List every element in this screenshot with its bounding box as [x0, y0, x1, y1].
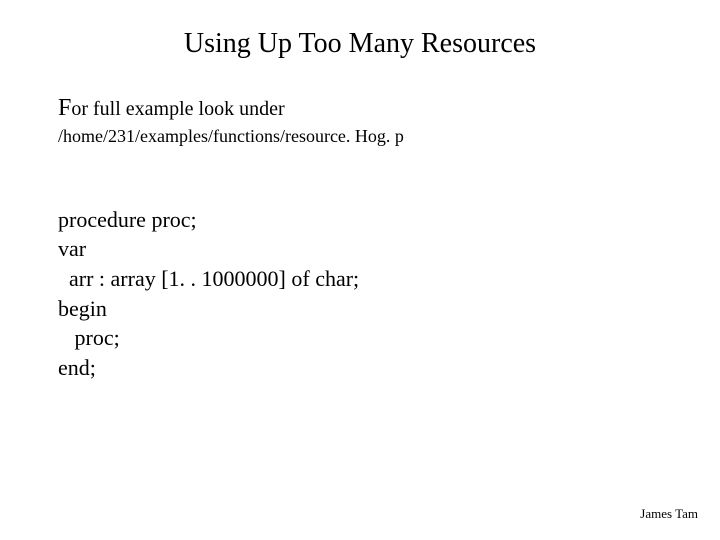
slide-body: For full example look under /home/231/ex…: [58, 95, 662, 413]
code-line: procedure proc;: [58, 207, 197, 232]
lead-line: For full example look under: [58, 95, 662, 122]
code-line: arr : array [1. . 1000000] of char;: [58, 266, 359, 291]
lead-rest: or full example look under: [71, 98, 284, 120]
author-footer: James Tam: [640, 506, 698, 522]
lead-cap: F: [58, 95, 71, 121]
slide: Using Up Too Many Resources For full exa…: [0, 0, 720, 540]
code-line: begin: [58, 296, 107, 321]
code-block: procedure proc; var arr : array [1. . 10…: [58, 175, 662, 413]
code-line: proc;: [58, 325, 120, 350]
code-line: var: [58, 236, 86, 261]
code-line: end;: [58, 355, 96, 380]
file-path: /home/231/examples/functions/resource. H…: [58, 126, 662, 147]
slide-title: Using Up Too Many Resources: [0, 28, 720, 60]
